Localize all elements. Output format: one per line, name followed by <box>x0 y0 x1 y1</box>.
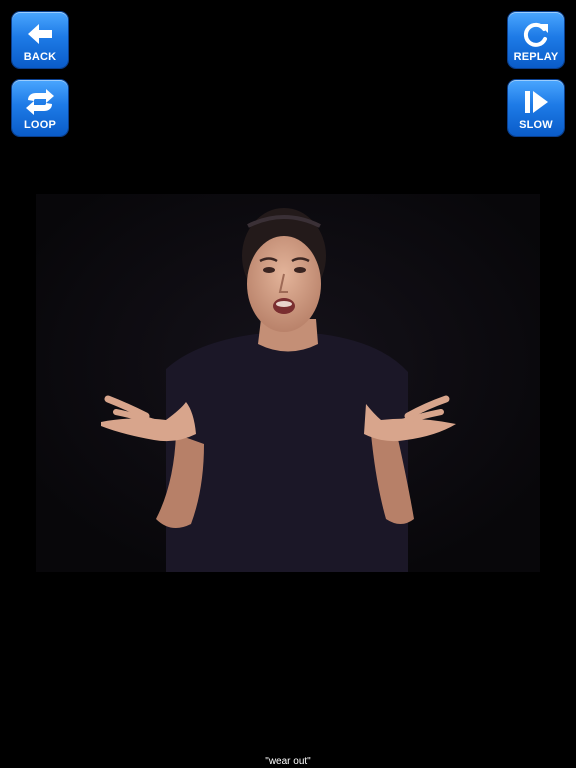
sign-caption: "wear out" <box>265 756 311 767</box>
back-label: BACK <box>23 51 57 63</box>
arrow-left-icon <box>12 20 68 48</box>
slow-button[interactable]: SLOW <box>508 80 564 136</box>
signer-figure <box>36 194 540 572</box>
replay-icon <box>508 20 564 48</box>
slow-play-icon <box>508 88 564 116</box>
back-button[interactable]: BACK <box>12 12 68 68</box>
loop-arrows-icon <box>12 88 68 116</box>
loop-label: LOOP <box>24 119 56 131</box>
replay-button[interactable]: REPLAY <box>508 12 564 68</box>
replay-label: REPLAY <box>513 51 559 63</box>
loop-button[interactable]: LOOP <box>12 80 68 136</box>
video-player[interactable] <box>36 194 540 572</box>
slow-label: SLOW <box>519 119 553 131</box>
